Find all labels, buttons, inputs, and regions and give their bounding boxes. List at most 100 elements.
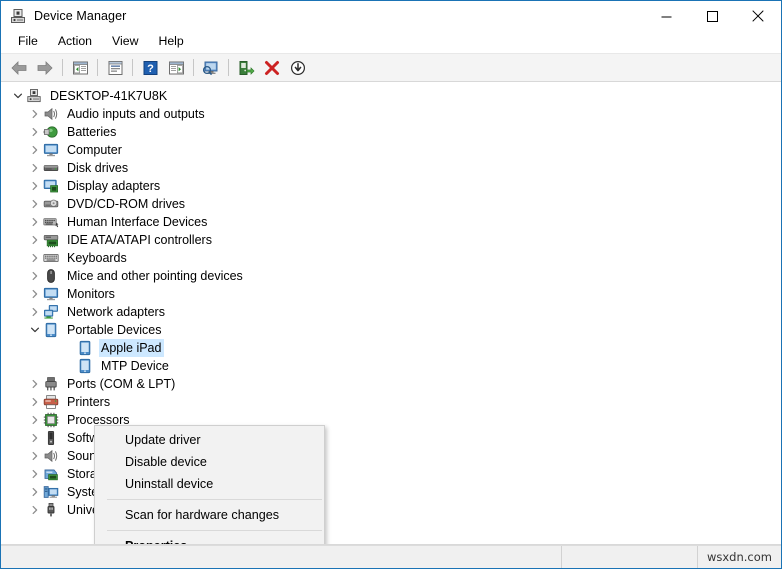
chevron-right-icon[interactable] [27,484,43,500]
chevron-right-icon[interactable] [27,466,43,482]
device-tree-pane[interactable]: DESKTOP-41K7U8K Audio inputs and outputs B… [1,82,781,545]
show-hide-action-pane-button[interactable] [163,56,189,80]
computer-root-icon [26,88,42,104]
disable-device-button[interactable] [285,56,311,80]
help-button[interactable]: ? [137,56,163,80]
ctx-scan-hardware-changes[interactable]: Scan for hardware changes [95,504,324,526]
tree-node[interactable]: MTP Device [1,357,781,375]
chevron-right-icon[interactable] [27,160,43,176]
ctx-uninstall-device[interactable]: Uninstall device [95,473,324,495]
portable-device-icon [77,358,93,374]
chevron-down-icon[interactable] [27,322,43,338]
tree-node[interactable]: Display adapters [1,177,781,195]
menu-file[interactable]: File [8,32,48,52]
show-hide-console-tree-button[interactable] [67,56,93,80]
tree-node[interactable]: DESKTOP-41K7U8K [1,87,781,105]
speaker-icon [43,106,59,122]
separator-icon [193,59,194,76]
context-menu-separator [107,499,322,500]
tree-node[interactable]: Apple iPad [1,339,781,357]
mouse-icon [43,268,59,284]
portable-device-icon [43,322,59,338]
speaker-icon [43,448,59,464]
uninstall-device-button[interactable] [259,56,285,80]
battery-icon [43,124,59,140]
tree-node[interactable]: IDE ATA/ATAPI controllers [1,231,781,249]
chevron-right-icon[interactable] [27,214,43,230]
menu-action[interactable]: Action [48,32,102,52]
chevron-down-icon[interactable] [10,88,26,104]
title-bar: Device Manager [1,1,781,31]
tree-node[interactable]: Monitors [1,285,781,303]
tree-node[interactable]: Batteries [1,123,781,141]
separator-icon [132,59,133,76]
tree-node[interactable]: Printers [1,393,781,411]
tree-node-label: Computer [67,143,122,157]
window-title: Device Manager [34,9,127,23]
window-controls [643,1,781,31]
tree-node-label: Keyboards [67,251,127,265]
tree-node[interactable]: Ports (COM & LPT) [1,375,781,393]
tree-node-label: Human Interface Devices [67,215,208,229]
printer-icon [43,394,59,410]
no-expander [61,358,77,374]
device-manager-icon [10,8,26,24]
chevron-right-icon[interactable] [27,268,43,284]
tree-node-label: Portable Devices [67,323,162,337]
tree-node[interactable]: Disk drives [1,159,781,177]
tree-node[interactable]: Portable Devices [1,321,781,339]
maximize-button[interactable] [689,1,735,31]
network-adapter-icon [43,304,59,320]
tree-node-label: Network adapters [67,305,165,319]
hid-icon [43,214,59,230]
update-driver-button[interactable] [233,56,259,80]
tree-node[interactable]: Audio inputs and outputs [1,105,781,123]
tree-node[interactable]: Human Interface Devices [1,213,781,231]
optical-drive-icon [43,196,59,212]
ctx-disable-device[interactable]: Disable device [95,451,324,473]
chevron-right-icon[interactable] [27,430,43,446]
tree-node[interactable]: Network adapters [1,303,781,321]
tree-node[interactable]: Computer [1,141,781,159]
chevron-right-icon[interactable] [27,106,43,122]
chevron-right-icon[interactable] [27,142,43,158]
chevron-right-icon[interactable] [27,250,43,266]
properties-button[interactable] [102,56,128,80]
forward-button[interactable] [32,56,58,80]
chevron-right-icon[interactable] [27,394,43,410]
chevron-right-icon[interactable] [27,304,43,320]
back-button[interactable] [6,56,32,80]
monitor-icon [43,142,59,158]
chevron-right-icon[interactable] [27,178,43,194]
usb-icon [43,502,59,518]
watermark-label: wsxdn.com [706,550,772,564]
storage-controller-icon [43,466,59,482]
chevron-right-icon[interactable] [27,502,43,518]
chevron-right-icon[interactable] [27,196,43,212]
status-bar: wsxdn.com [1,545,781,568]
close-button[interactable] [735,1,781,31]
chevron-right-icon[interactable] [27,286,43,302]
chevron-right-icon[interactable] [27,232,43,248]
tree-node-label: Monitors [67,287,115,301]
tree-node-label: Mice and other pointing devices [67,269,243,283]
chevron-right-icon[interactable] [27,124,43,140]
separator-icon [228,59,229,76]
svg-text:?: ? [147,63,154,75]
menu-help[interactable]: Help [148,32,193,52]
tree-node-label: Disk drives [67,161,129,175]
scan-for-hardware-changes-button[interactable] [198,56,224,80]
tree-node[interactable]: Keyboards [1,249,781,267]
menu-view[interactable]: View [102,32,148,52]
ctx-update-driver[interactable]: Update driver [95,429,324,451]
chevron-right-icon[interactable] [27,412,43,428]
software-device-icon [43,430,59,446]
ctx-properties[interactable]: Properties [95,535,324,544]
monitor-icon [43,286,59,302]
chevron-right-icon[interactable] [27,376,43,392]
chevron-right-icon[interactable] [27,448,43,464]
minimize-button[interactable] [643,1,689,31]
tree-node[interactable]: DVD/CD-ROM drives [1,195,781,213]
tree-node-label: Display adapters [67,179,161,193]
tree-node[interactable]: Mice and other pointing devices [1,267,781,285]
